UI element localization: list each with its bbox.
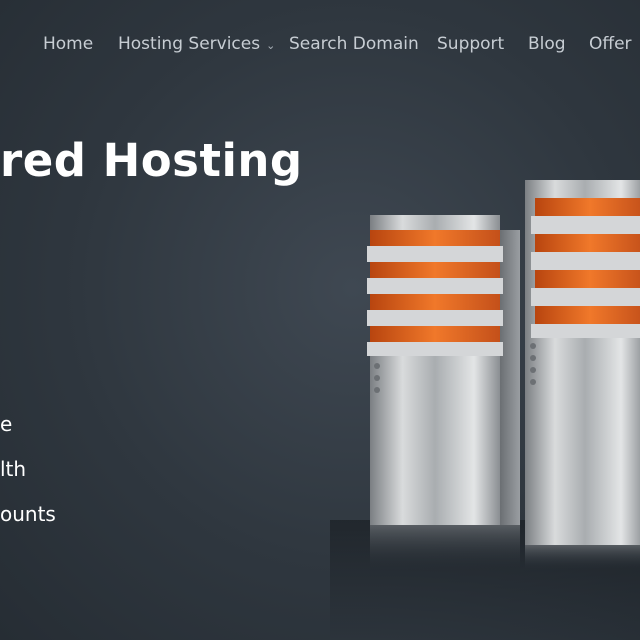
nav-search-domain[interactable]: Search Domain [289, 34, 419, 54]
top-nav: Home Hosting Services ⌄ Search Domain Sup… [0, 0, 640, 90]
server-tower-left [367, 215, 520, 570]
nav-home[interactable]: Home [43, 34, 93, 54]
feature-item: e [0, 412, 13, 436]
hero-title: red Hosting [0, 134, 303, 187]
server-tower-right [525, 180, 640, 570]
nav-blog[interactable]: Blog [528, 34, 566, 54]
feature-item: ounts [0, 502, 56, 526]
nav-hosting-services[interactable]: Hosting Services ⌄ [118, 34, 275, 54]
server-towers-image [367, 180, 640, 570]
nav-hosting-services-label: Hosting Services [118, 34, 261, 54]
nav-support[interactable]: Support [437, 34, 504, 54]
feature-item: lth [0, 457, 27, 481]
nav-offer[interactable]: Offer [589, 34, 632, 54]
chevron-down-icon: ⌄ [266, 39, 276, 52]
